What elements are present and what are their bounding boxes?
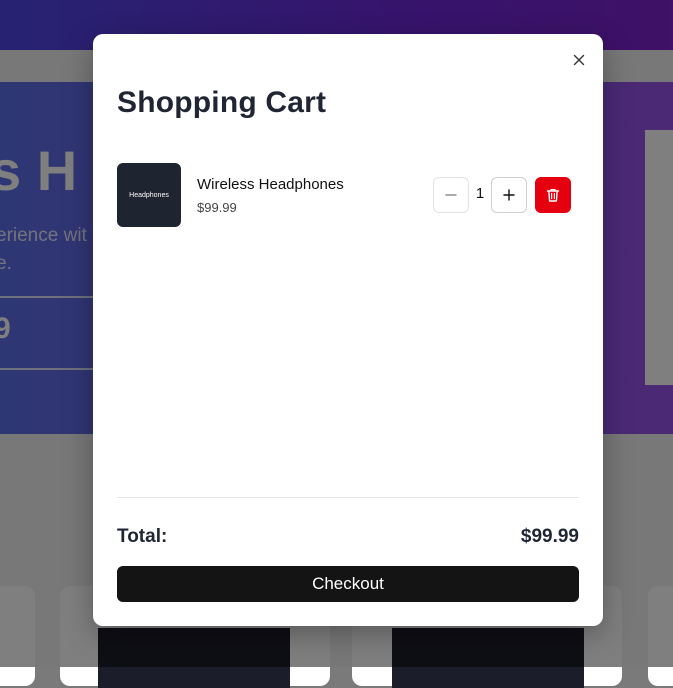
item-price: $99.99 [197,200,237,215]
close-button[interactable] [569,50,589,70]
minus-icon [445,194,457,196]
item-name: Wireless Headphones [197,176,344,193]
cart-item: Headphones Wireless Headphones $99.99 1 [117,163,579,227]
checkout-button[interactable]: Checkout [117,566,579,602]
item-thumbnail-label: Headphones [129,191,169,199]
decrease-quantity-button[interactable] [433,177,469,213]
trash-icon [546,188,560,202]
divider [117,497,579,498]
total-value: $99.99 [520,526,579,547]
close-icon [573,54,585,66]
plus-icon [503,189,515,201]
increase-quantity-button[interactable] [491,177,527,213]
modal-title: Shopping Cart [117,86,327,119]
remove-item-button[interactable] [535,177,571,213]
item-thumbnail: Headphones [117,163,181,227]
shopping-cart-modal: Shopping Cart Headphones Wireless Headph… [93,34,603,626]
quantity-value: 1 [475,185,485,202]
total-label: Total: [117,526,168,547]
